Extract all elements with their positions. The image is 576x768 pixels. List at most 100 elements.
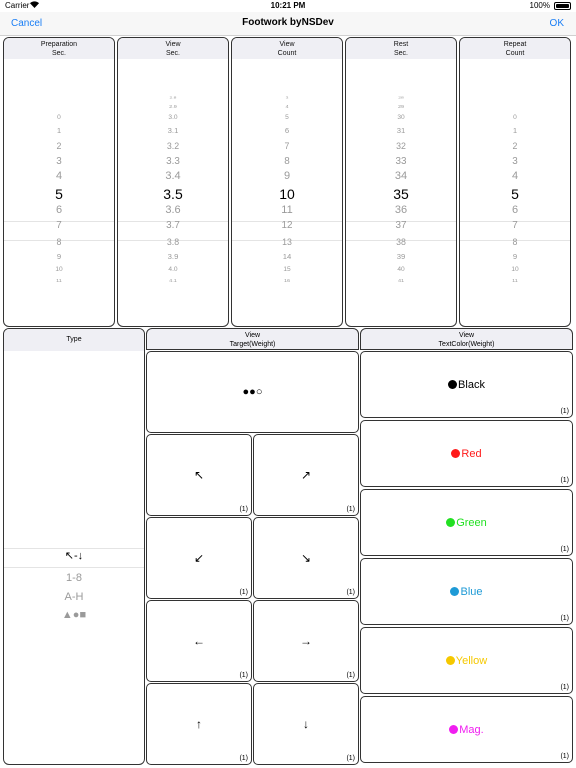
picker-option[interactable]: 39 — [346, 252, 456, 261]
picker-option[interactable]: 28 — [346, 96, 456, 100]
picker-option[interactable]: 7 — [460, 220, 570, 231]
ok-button[interactable]: OK — [550, 18, 564, 29]
picker-option[interactable]: 13 — [232, 237, 342, 247]
picker-view-sec[interactable]: View Sec. 3.5 2.8 2.9 3.0 3.1 3.2 3.3 3.4 3.6 3.7 3.… — [117, 37, 229, 327]
target-up-right-button[interactable]: ↗ (1) — [253, 434, 359, 516]
picker-option[interactable]: 38 — [346, 237, 456, 247]
picker-option[interactable]: 3.4 — [118, 170, 228, 182]
picker-option[interactable]: 3.0 — [118, 114, 228, 121]
picker-option[interactable]: 3.8 — [118, 237, 228, 247]
type-picker[interactable]: Type ↖-↓ 1-8 A-H ▲●■ — [3, 328, 145, 765]
picker-option[interactable]: 9 — [232, 170, 342, 182]
picker-option[interactable]: 4 — [232, 104, 342, 109]
picker-repeat-count[interactable]: Repeat Count 5 0 1 2 3 4 6 7 8 9 10 11 — [459, 37, 571, 327]
picker-option[interactable]: 12 — [232, 220, 342, 231]
weight-label: (1) — [346, 506, 355, 513]
picker-option[interactable]: 29 — [346, 104, 456, 109]
picker-option[interactable]: 0 — [460, 114, 570, 121]
target-left-button[interactable]: ← (1) — [146, 600, 252, 682]
type-option[interactable]: ▲●■ — [4, 609, 144, 621]
picker-option[interactable]: 3.2 — [118, 141, 228, 151]
target-down-left-button[interactable]: ↙ (1) — [146, 517, 252, 599]
picker-option[interactable]: 8 — [4, 237, 114, 247]
picker-option[interactable]: 40 — [346, 266, 456, 273]
picker-view-count[interactable]: View Count 10 3 4 5 6 7 8 9 11 12 13 14 15 16 — [231, 37, 343, 327]
picker-option[interactable]: 3.3 — [118, 156, 228, 167]
picker-option[interactable]: 33 — [346, 156, 456, 167]
arrow-down-left-icon: ↙ — [193, 551, 205, 565]
picker-option[interactable]: 7 — [4, 220, 114, 231]
picker-preparation[interactable]: Preparation Sec. 5 0 1 2 3 4 6 7 8 9 10 11 — [3, 37, 115, 327]
picker-option[interactable]: 10 — [460, 266, 570, 273]
picker-option[interactable]: 4 — [460, 170, 570, 182]
picker-option[interactable]: 2.8 — [118, 96, 228, 100]
arrow-right-icon: → — [300, 634, 312, 648]
picker-option[interactable]: 16 — [232, 278, 342, 283]
picker-option[interactable]: 3 — [232, 96, 342, 100]
picker-option[interactable]: 14 — [232, 252, 342, 261]
target-down-right-button[interactable]: ↘ (1) — [253, 517, 359, 599]
picker-option[interactable]: 34 — [346, 170, 456, 182]
picker-option[interactable]: 31 — [346, 126, 456, 135]
picker-option[interactable]: 9 — [460, 252, 570, 261]
picker-option[interactable]: 32 — [346, 141, 456, 151]
picker-option[interactable]: 0 — [4, 114, 114, 121]
arrow-up-right-icon: ↗ — [300, 468, 312, 482]
color-black-button[interactable]: Black (1) — [360, 351, 573, 418]
picker-option[interactable]: 5 — [232, 114, 342, 121]
picker-option[interactable]: 11 — [4, 278, 114, 283]
color-yellow-button[interactable]: Yellow (1) — [360, 627, 573, 694]
picker-option[interactable]: 3.6 — [118, 204, 228, 216]
target-right-button[interactable]: → (1) — [253, 600, 359, 682]
picker-header: Rest Sec. — [346, 38, 456, 59]
picker-header-line1: Rest — [393, 41, 409, 48]
picker-option[interactable]: 15 — [232, 266, 342, 273]
picker-option[interactable]: 3 — [460, 156, 570, 167]
picker-option[interactable]: 8 — [232, 156, 342, 167]
picker-option[interactable]: 2.9 — [118, 104, 228, 109]
picker-option[interactable]: 9 — [4, 252, 114, 261]
picker-header-line2: Sec. — [393, 50, 408, 57]
picker-option[interactable]: 3 — [4, 156, 114, 167]
picker-option[interactable]: 6 — [4, 204, 114, 216]
target-down-button[interactable]: ↓ (1) — [253, 683, 359, 765]
target-preview-button[interactable]: ●●○ — [146, 351, 359, 433]
picker-option[interactable]: 1 — [4, 126, 114, 135]
type-option[interactable]: A-H — [4, 591, 144, 603]
picker-option[interactable]: 6 — [232, 126, 342, 135]
picker-option[interactable]: 2 — [4, 141, 114, 151]
picker-option[interactable]: 3.7 — [118, 220, 228, 231]
type-option[interactable]: 1-8 — [4, 572, 144, 584]
color-dot-icon — [450, 586, 460, 596]
picker-option[interactable]: 4 — [4, 170, 114, 182]
weight-label: (1) — [346, 589, 355, 596]
picker-option[interactable]: 3.1 — [118, 126, 228, 135]
color-green-button[interactable]: Green (1) — [360, 489, 573, 556]
color-mag-button[interactable]: Mag. (1) — [360, 696, 573, 763]
color-blue-button[interactable]: Blue (1) — [360, 558, 573, 625]
picker-option[interactable]: 4.1 — [118, 278, 228, 283]
picker-option[interactable]: 8 — [460, 237, 570, 247]
picker-option[interactable]: 3.9 — [118, 252, 228, 261]
picker-option[interactable]: 2 — [460, 141, 570, 151]
picker-option[interactable]: 11 — [460, 278, 570, 283]
picker-option[interactable]: 10 — [4, 266, 114, 273]
color-name: Green — [456, 516, 487, 529]
picker-option[interactable]: 6 — [460, 204, 570, 216]
target-up-left-button[interactable]: ↖ (1) — [146, 434, 252, 516]
picker-option[interactable]: 4.0 — [118, 266, 228, 273]
color-red-button[interactable]: Red (1) — [360, 420, 573, 487]
weight-label: (1) — [239, 672, 248, 679]
picker-option[interactable]: 41 — [346, 278, 456, 283]
picker-option[interactable]: 1 — [460, 126, 570, 135]
picker-option[interactable]: 11 — [232, 204, 342, 216]
type-option[interactable]: ↖-↓ — [4, 549, 144, 562]
target-up-button[interactable]: ↑ (1) — [146, 683, 252, 765]
picker-option[interactable]: 7 — [232, 141, 342, 151]
picker-option[interactable]: 36 — [346, 204, 456, 216]
color-name: Yellow — [455, 654, 488, 667]
picker-header: View Count — [232, 38, 342, 59]
picker-option[interactable]: 30 — [346, 114, 456, 121]
picker-option[interactable]: 37 — [346, 220, 456, 231]
picker-rest-sec[interactable]: Rest Sec. 35 28 29 30 31 32 33 34 36 37 38 39 40 41 — [345, 37, 457, 327]
